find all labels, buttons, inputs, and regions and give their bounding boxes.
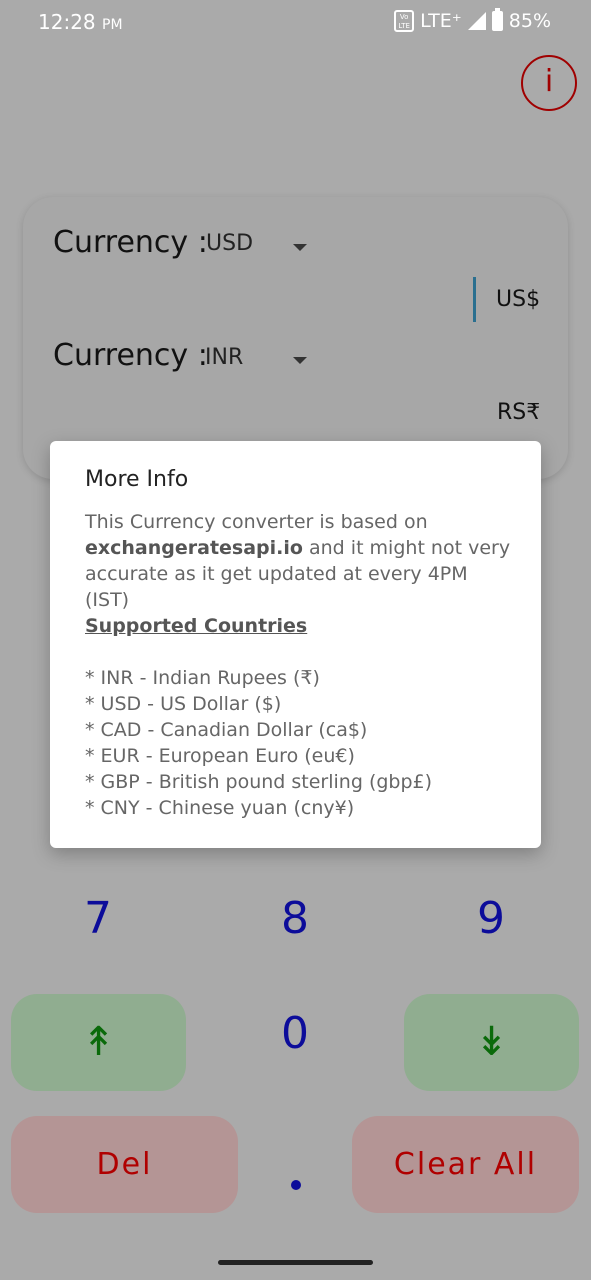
dialog-text-prefix: This Currency converter is based on bbox=[85, 511, 428, 533]
list-item: * EUR - European Euro (eu€) bbox=[85, 745, 355, 767]
info-icon: i bbox=[544, 64, 554, 99]
list-item: * CNY - Chinese yuan (cny¥) bbox=[85, 797, 355, 819]
info-button[interactable]: i bbox=[521, 55, 577, 111]
converter-card: Currency : USD US$ Currency : INR RS₹ bbox=[23, 197, 568, 479]
battery-percent: 85% bbox=[508, 10, 551, 32]
status-icons: Vo LTE LTE⁺ 85% bbox=[394, 8, 551, 32]
api-name: exchangeratesapi.io bbox=[85, 537, 303, 559]
more-info-dialog: More Info This Currency converter is bas… bbox=[50, 441, 541, 848]
key-7[interactable]: 7 bbox=[58, 893, 138, 944]
chevron-down-icon bbox=[293, 357, 307, 364]
key-9[interactable]: 9 bbox=[451, 893, 531, 944]
home-indicator[interactable] bbox=[218, 1260, 373, 1265]
delete-label: Del bbox=[96, 1147, 153, 1182]
delete-button[interactable]: Del bbox=[11, 1116, 238, 1213]
status-ampm: PM bbox=[102, 17, 123, 33]
from-amount-field[interactable]: US$ bbox=[496, 287, 540, 312]
to-amount-field: RS₹ bbox=[497, 400, 541, 425]
clear-all-label: Clear All bbox=[393, 1147, 538, 1182]
to-currency-label: Currency : bbox=[53, 338, 208, 373]
supported-countries-link[interactable]: Supported Countries bbox=[85, 613, 307, 639]
battery-icon bbox=[491, 8, 503, 31]
swap-down-button[interactable]: ↡ bbox=[404, 994, 579, 1091]
list-item: * INR - Indian Rupees (₹) bbox=[85, 667, 320, 689]
to-currency-value: INR bbox=[205, 345, 244, 370]
chevron-down-icon bbox=[293, 244, 307, 251]
dialog-body: This Currency converter is based on exch… bbox=[85, 509, 515, 821]
status-time: 12:28 PM bbox=[38, 10, 123, 34]
country-list: * INR - Indian Rupees (₹) * USD - US Dol… bbox=[85, 665, 515, 821]
clear-all-button[interactable]: Clear All bbox=[352, 1116, 579, 1213]
signal-icon bbox=[467, 12, 486, 30]
text-cursor bbox=[473, 277, 476, 322]
from-currency-label: Currency : bbox=[53, 225, 208, 260]
arrow-up-icon: ↟ bbox=[81, 1019, 116, 1065]
network-type: LTE⁺ bbox=[420, 10, 462, 32]
key-decimal[interactable] bbox=[291, 1180, 301, 1190]
dialog-title: More Info bbox=[85, 467, 189, 492]
key-8[interactable]: 8 bbox=[255, 893, 335, 944]
volte-icon: Vo LTE bbox=[394, 10, 415, 32]
key-0[interactable]: 0 bbox=[255, 1008, 335, 1059]
list-item: * CAD - Canadian Dollar (ca$) bbox=[85, 719, 368, 741]
list-item: * USD - US Dollar ($) bbox=[85, 693, 282, 715]
status-clock: 12:28 bbox=[38, 10, 96, 34]
swap-up-button[interactable]: ↟ bbox=[11, 994, 186, 1091]
from-currency-value: USD bbox=[206, 231, 254, 256]
list-item: * GBP - British pound sterling (gbp£) bbox=[85, 771, 433, 793]
arrow-down-icon: ↡ bbox=[474, 1019, 509, 1065]
